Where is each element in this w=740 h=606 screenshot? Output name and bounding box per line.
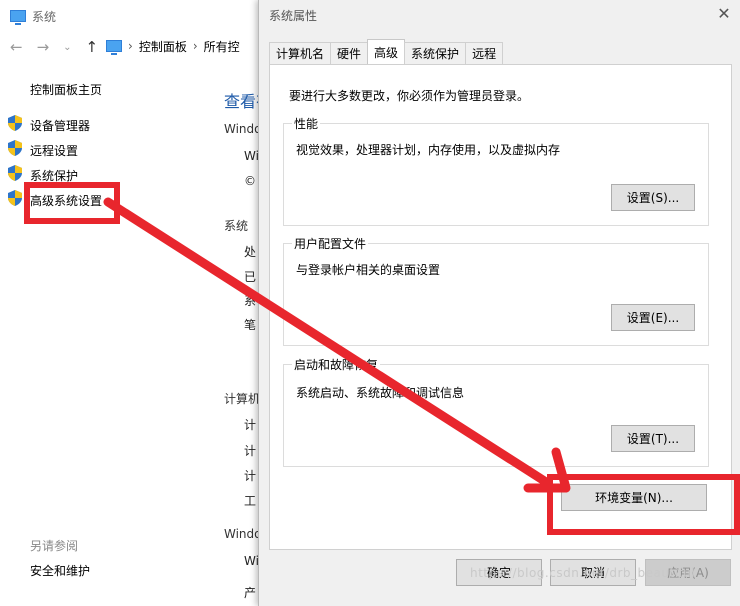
watermark: https://blog.csdn.net/drb_beautiful	[470, 566, 696, 580]
annotation-arrow	[103, 197, 571, 493]
arrow-shaft	[103, 197, 551, 487]
